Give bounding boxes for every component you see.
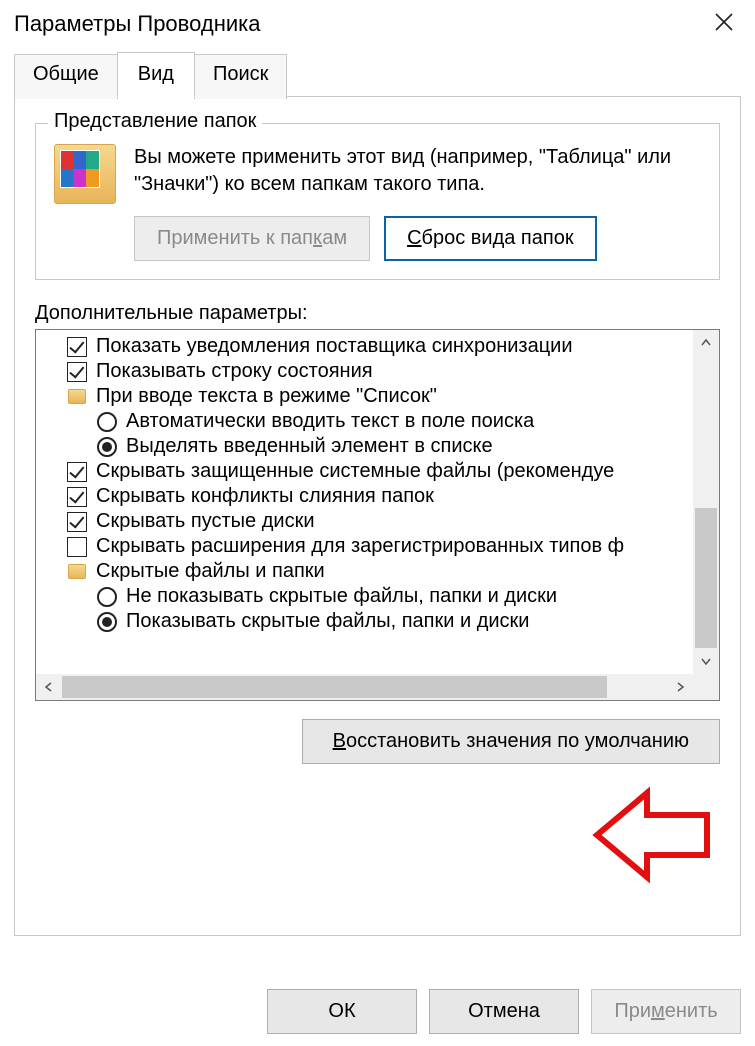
hscrollbar-thumb[interactable] bbox=[62, 676, 607, 698]
ok-button[interactable]: ОК bbox=[267, 989, 417, 1034]
close-icon bbox=[713, 11, 735, 33]
title-bar: Параметры Проводника bbox=[0, 0, 755, 52]
dialog-button-row: ОК Отмена Применить bbox=[267, 989, 741, 1034]
radio-icon[interactable] bbox=[97, 437, 117, 457]
checkbox-icon[interactable] bbox=[67, 537, 87, 557]
checkbox-icon[interactable] bbox=[67, 487, 87, 507]
scroll-down-icon[interactable] bbox=[693, 648, 719, 674]
tab-panel-view: Представление папок Вы можете применить … bbox=[14, 96, 741, 936]
annotation-arrow-icon bbox=[587, 785, 727, 885]
list-item[interactable]: Скрывать пустые диски bbox=[36, 509, 693, 534]
list-item-label: Скрытые файлы и папки bbox=[96, 560, 325, 583]
checkbox-icon[interactable] bbox=[67, 337, 87, 357]
scroll-up-icon[interactable] bbox=[693, 330, 719, 356]
folder-icon bbox=[68, 389, 86, 404]
list-item-label: Скрывать защищенные системные файлы (рек… bbox=[96, 460, 614, 483]
radio-icon[interactable] bbox=[97, 612, 117, 632]
list-item: Скрытые файлы и папки bbox=[36, 559, 693, 584]
scrollbar-thumb[interactable] bbox=[695, 508, 717, 648]
vertical-scrollbar[interactable] bbox=[693, 330, 719, 674]
list-item[interactable]: Выделять введенный элемент в списке bbox=[36, 434, 693, 459]
folder-views-desc: Вы можете применить этот вид (например, … bbox=[134, 144, 701, 198]
advanced-settings-list: Показать уведомления поставщика синхрони… bbox=[35, 329, 720, 701]
folder-views-group: Представление папок Вы можете применить … bbox=[35, 123, 720, 280]
list-item-label: Скрывать расширения для зарегистрированн… bbox=[96, 535, 624, 558]
list-item-label: Не показывать скрытые файлы, папки и дис… bbox=[126, 585, 557, 608]
list-item-label: Автоматически вводить текст в поле поиск… bbox=[126, 410, 534, 433]
apply-button: Применить bbox=[591, 989, 741, 1034]
scroll-left-icon[interactable] bbox=[36, 674, 62, 700]
scroll-right-icon[interactable] bbox=[667, 674, 693, 700]
list-item[interactable]: Показывать строку состояния bbox=[36, 359, 693, 384]
tab-search[interactable]: Поиск bbox=[194, 54, 287, 99]
window-title: Параметры Проводника bbox=[14, 11, 260, 37]
radio-icon[interactable] bbox=[97, 412, 117, 432]
list-item[interactable]: Скрывать конфликты слияния папок bbox=[36, 484, 693, 509]
list-item[interactable]: Не показывать скрытые файлы, папки и дис… bbox=[36, 584, 693, 609]
list-item[interactable]: Автоматически вводить текст в поле поиск… bbox=[36, 409, 693, 434]
close-button[interactable] bbox=[707, 8, 741, 40]
cancel-button[interactable]: Отмена bbox=[429, 989, 579, 1034]
checkbox-icon[interactable] bbox=[67, 462, 87, 482]
reset-folders-button[interactable]: Сброс вида папок bbox=[384, 216, 597, 261]
list-item[interactable]: Скрывать защищенные системные файлы (рек… bbox=[36, 459, 693, 484]
list-item-label: Выделять введенный элемент в списке bbox=[126, 435, 493, 458]
list-item: При вводе текста в режиме "Список" bbox=[36, 384, 693, 409]
list-item[interactable]: Скрывать расширения для зарегистрированн… bbox=[36, 534, 693, 559]
folder-icon bbox=[68, 564, 86, 579]
advanced-settings-label: Дополнительные параметры: bbox=[35, 302, 720, 325]
list-item-label: Показывать строку состояния bbox=[96, 360, 373, 383]
list-item[interactable]: Показывать скрытые файлы, папки и диски bbox=[36, 609, 693, 634]
list-item-label: При вводе текста в режиме "Список" bbox=[96, 385, 437, 408]
list-item-label: Скрывать конфликты слияния папок bbox=[96, 485, 434, 508]
tab-view[interactable]: Вид bbox=[117, 52, 195, 97]
tabs: Общие Вид Поиск bbox=[14, 52, 741, 97]
checkbox-icon[interactable] bbox=[67, 362, 87, 382]
list-item-label: Скрывать пустые диски bbox=[96, 510, 315, 533]
list-item-label: Показать уведомления поставщика синхрони… bbox=[96, 335, 573, 358]
tab-general[interactable]: Общие bbox=[14, 54, 118, 99]
folder-views-title: Представление папок bbox=[48, 110, 262, 133]
checkbox-icon[interactable] bbox=[67, 512, 87, 532]
restore-defaults-button[interactable]: Восстановить значения по умолчанию bbox=[302, 719, 720, 764]
list-item[interactable]: Показать уведомления поставщика синхрони… bbox=[36, 334, 693, 359]
scroll-corner bbox=[693, 674, 719, 700]
folder-preview-icon bbox=[54, 144, 116, 204]
radio-icon[interactable] bbox=[97, 587, 117, 607]
list-item-label: Показывать скрытые файлы, папки и диски bbox=[126, 610, 529, 633]
apply-to-folders-button: Применить к папкам bbox=[134, 216, 370, 261]
horizontal-scrollbar[interactable] bbox=[36, 674, 693, 700]
